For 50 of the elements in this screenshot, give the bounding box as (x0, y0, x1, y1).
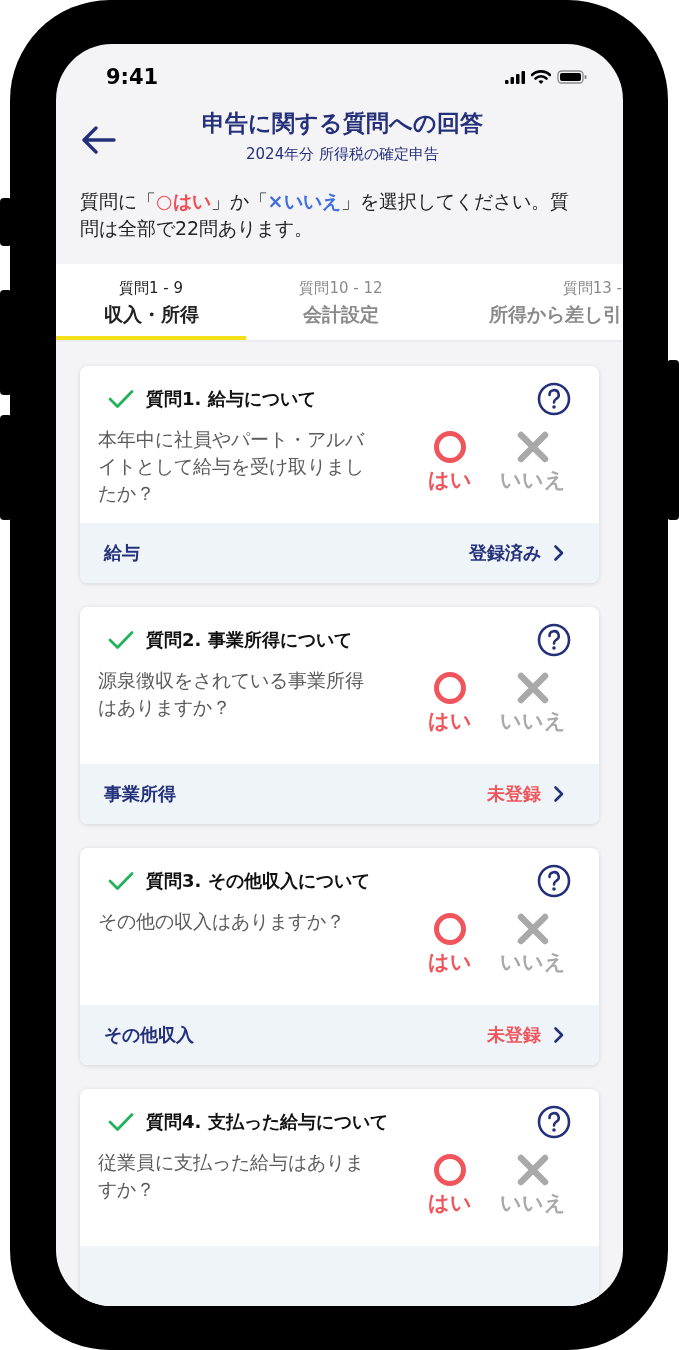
help-button[interactable] (537, 623, 571, 657)
battery-icon (557, 70, 587, 84)
yes-button[interactable]: はい (415, 912, 485, 976)
no-button[interactable]: いいえ (495, 1153, 571, 1217)
status-time: 9:41 (106, 65, 159, 89)
category-tab[interactable]: 質問1 - 9 収入・所得 (56, 264, 246, 340)
question-text: 源泉徴収をされている事業所得はありますか？ (98, 668, 365, 720)
wifi-icon (531, 70, 551, 84)
question-text: 本年中に社員やパート・アルバイトとして給与を受け取りましたか？ (98, 427, 366, 506)
circle-icon (433, 912, 467, 946)
help-icon (537, 623, 571, 657)
cross-icon (516, 912, 550, 946)
page-title: 申告に関する質問への回答 (202, 109, 483, 138)
no-button[interactable]: いいえ (495, 430, 571, 494)
page-subtitle: 2024年分 所得税の確定申告 (246, 145, 439, 164)
yes-button[interactable]: はい (415, 430, 485, 494)
help-button[interactable] (537, 382, 571, 416)
help-button[interactable] (537, 1105, 571, 1139)
chevron-icon (553, 785, 565, 803)
question-title: 質問1. 給与について (146, 387, 317, 411)
registration-link[interactable]: その他収入 未登録 (80, 1005, 599, 1065)
help-icon (537, 864, 571, 898)
yes-button[interactable]: はい (415, 671, 485, 735)
cross-icon (516, 671, 550, 705)
chevron-icon (553, 1026, 565, 1044)
category-tab[interactable]: 質問13 - 所得から差し引 (436, 264, 622, 340)
registration-link[interactable]: 給与 登録済み (80, 523, 599, 583)
help-button[interactable] (537, 864, 571, 898)
cross-icon (516, 430, 550, 464)
circle-icon (433, 1153, 467, 1187)
back-button[interactable] (82, 126, 116, 154)
help-icon (537, 1105, 571, 1139)
circle-icon (433, 430, 467, 464)
question-title: 質問3. その他収入について (146, 869, 371, 893)
question-title: 質問4. 支払った給与について (146, 1110, 389, 1134)
category-tab[interactable]: 質問10 - 12 会計設定 (246, 264, 436, 340)
chevron-icon (553, 544, 565, 562)
registration-link[interactable]: 事業所得 未登録 (80, 764, 599, 824)
question-text: 従業員に支払った給与はありますか？ (98, 1150, 365, 1202)
question-title: 質問2. 事業所得について (146, 628, 353, 652)
back-arrow-icon (82, 126, 116, 154)
instruction-text: 質問に「○はい」か「×いいえ」を選択してください。質問は全部で22問あります。 (80, 189, 570, 241)
no-button[interactable]: いいえ (495, 912, 571, 976)
yes-button[interactable]: はい (415, 1153, 485, 1217)
circle-icon (433, 671, 467, 705)
no-button[interactable]: いいえ (495, 671, 571, 735)
signal-icon (505, 70, 525, 84)
cross-icon (516, 1153, 550, 1187)
question-text: その他の収入はありますか？ (98, 909, 346, 934)
help-icon (537, 382, 571, 416)
